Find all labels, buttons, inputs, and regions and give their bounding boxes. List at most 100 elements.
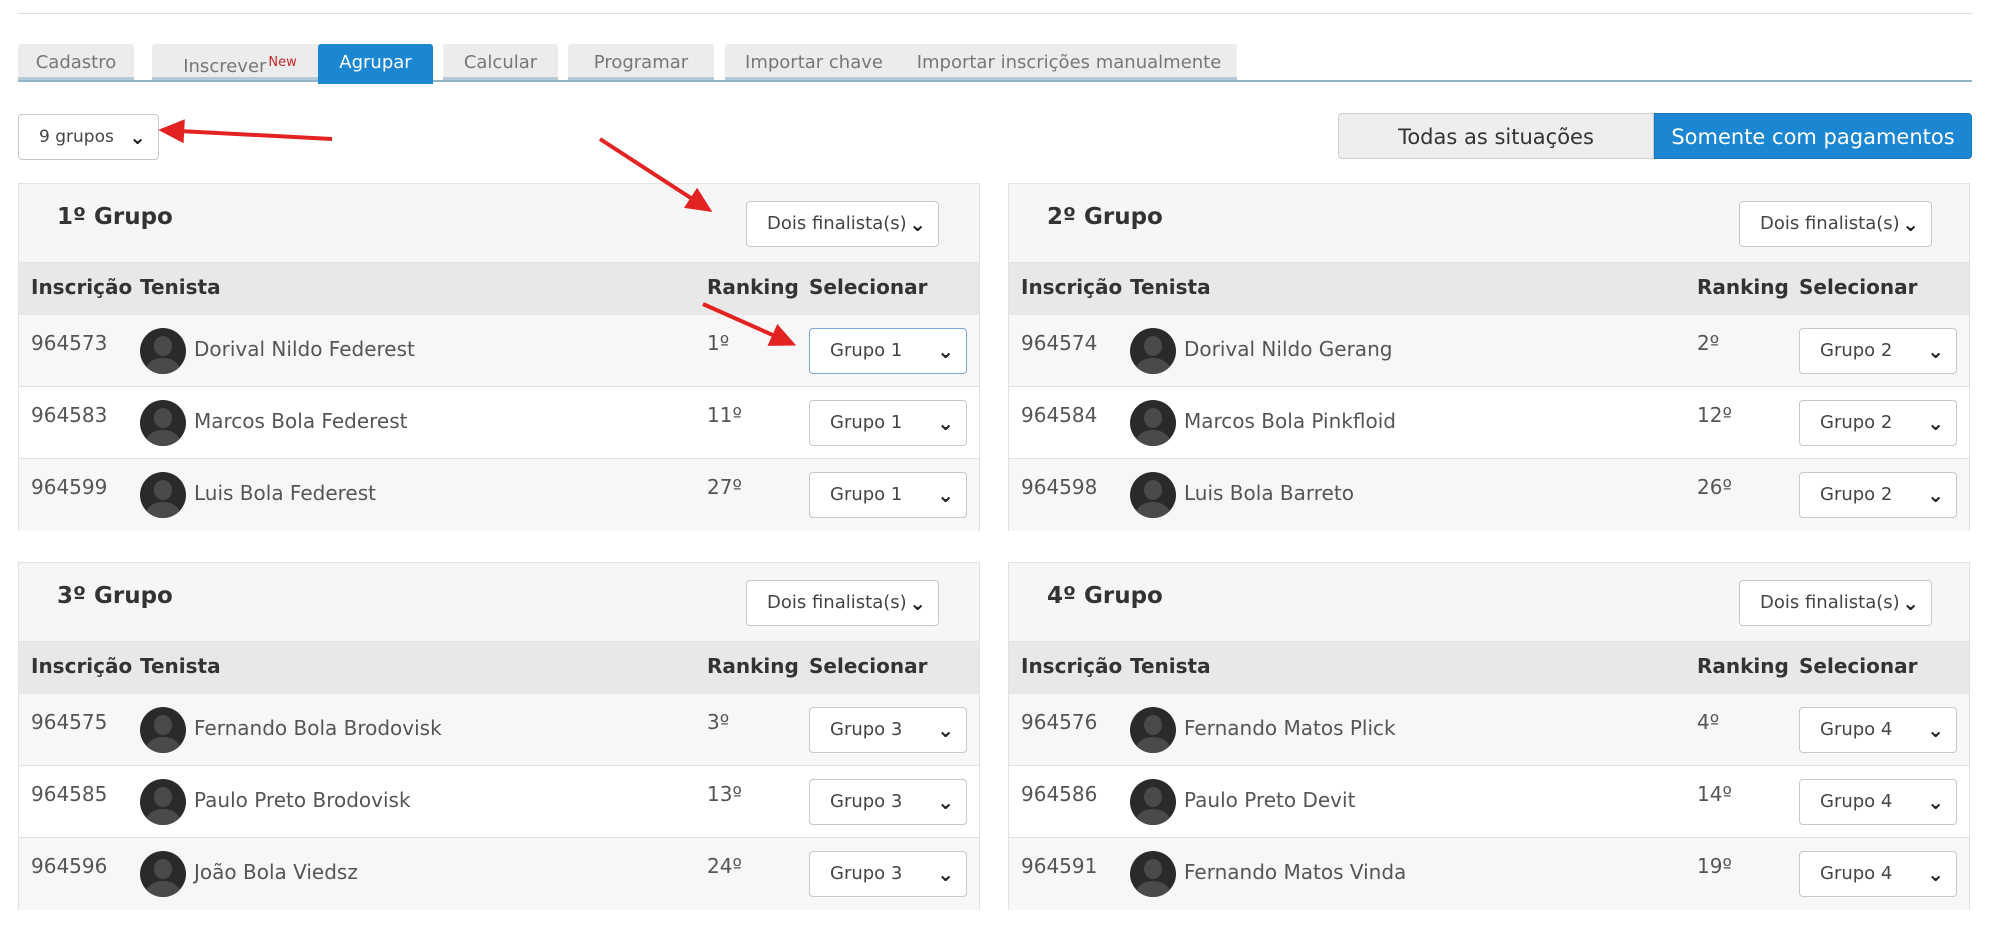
top-divider [18, 13, 1972, 14]
tab-programar[interactable]: Programar [568, 44, 714, 80]
table-row: 964573 Dorival Nildo Federest 1º Grupo 1… [19, 315, 979, 387]
table-row: 964599 Luis Bola Federest 27º Grupo 1 ⌄ [19, 459, 979, 531]
header-tenista: Tenista [1130, 654, 1211, 678]
table-header: Inscrição Tenista Ranking Selecionar [19, 263, 979, 315]
group-select[interactable]: Grupo 2 ⌄ [1799, 472, 1957, 518]
header-inscricao: Inscrição [1021, 654, 1123, 678]
group-select-value: Grupo 4 [1820, 719, 1893, 740]
tab-label: Importar chave [745, 52, 883, 73]
group-panel-2: 2º Grupo Dois finalista(s) ⌄ Inscrição Te… [1008, 183, 1970, 531]
group-count-select[interactable]: 9 grupos ⌄ [18, 114, 159, 160]
header-tenista: Tenista [140, 654, 221, 678]
tenista-cell: Luis Bola Federest [194, 481, 376, 505]
table-row: 964591 Fernando Matos Vinda 19º Grupo 4 ⌄ [1009, 838, 1969, 910]
avatar [140, 779, 186, 825]
inscricao-cell: 964586 [1021, 782, 1098, 806]
avatar [140, 400, 186, 446]
tab-bar-baseline [18, 80, 1972, 82]
inscricao-cell: 964598 [1021, 475, 1098, 499]
finalists-select[interactable]: Dois finalista(s) ⌄ [1739, 580, 1932, 626]
group-title: 2º Grupo [1047, 204, 1163, 230]
tab-label: Agrupar [339, 52, 412, 73]
tenista-cell: Marcos Bola Federest [194, 409, 408, 433]
group-select[interactable]: Grupo 1 ⌄ [809, 472, 967, 518]
group-select[interactable]: Grupo 4 ⌄ [1799, 707, 1957, 753]
group-select[interactable]: Grupo 3 ⌄ [809, 707, 967, 753]
annotation-arrow-icon [162, 128, 333, 141]
header-selecionar: Selecionar [809, 654, 928, 678]
header-tenista: Tenista [140, 275, 221, 299]
tab-label: Calcular [463, 52, 538, 73]
inscricao-cell: 964584 [1021, 403, 1098, 427]
chevron-down-icon: ⌄ [129, 125, 146, 149]
group-select-value: Grupo 3 [830, 863, 903, 884]
chevron-down-icon: ⌄ [1927, 718, 1944, 742]
inscricao-cell: 964585 [31, 782, 108, 806]
finalists-value: Dois finalista(s) [1760, 592, 1900, 613]
group-select[interactable]: Grupo 4 ⌄ [1799, 851, 1957, 897]
group-title: 3º Grupo [57, 583, 173, 609]
panel-header: 2º Grupo Dois finalista(s) ⌄ [1009, 184, 1969, 263]
group-select-value: Grupo 2 [1820, 484, 1893, 505]
inscricao-cell: 964576 [1021, 710, 1098, 734]
group-select[interactable]: Grupo 1 ⌄ [809, 328, 967, 374]
ranking-cell: 26º [1697, 475, 1732, 499]
finalists-select[interactable]: Dois finalista(s) ⌄ [746, 201, 939, 247]
chevron-down-icon: ⌄ [937, 790, 954, 814]
tenista-cell: João Bola Viedsz [194, 860, 358, 884]
group-title: 1º Grupo [57, 204, 173, 230]
new-badge: New [268, 55, 297, 70]
inscricao-cell: 964583 [31, 403, 108, 427]
filter-all-button[interactable]: Todas as situações [1338, 113, 1654, 159]
avatar [1130, 472, 1176, 518]
group-select-value: Grupo 1 [830, 340, 903, 361]
tenista-cell: Marcos Bola Pinkfloid [1184, 409, 1396, 433]
finalists-value: Dois finalista(s) [767, 213, 907, 234]
group-select-value: Grupo 1 [830, 484, 903, 505]
ranking-cell: 12º [1697, 403, 1732, 427]
tab-importar-inscricoes[interactable]: Importar inscrições manualmente [901, 44, 1237, 80]
ranking-cell: 11º [707, 403, 742, 427]
table-row: 964576 Fernando Matos Plick 4º Grupo 4 ⌄ [1009, 694, 1969, 766]
table-row: 964585 Paulo Preto Brodovisk 13º Grupo 3… [19, 766, 979, 838]
chevron-down-icon: ⌄ [1927, 411, 1944, 435]
group-select-value: Grupo 4 [1820, 791, 1893, 812]
finalists-select[interactable]: Dois finalista(s) ⌄ [1739, 201, 1932, 247]
group-panel-3: 3º Grupo Dois finalista(s) ⌄ Inscrição Te… [18, 562, 980, 910]
tab-calcular[interactable]: Calcular [443, 44, 558, 80]
chevron-down-icon: ⌄ [1902, 591, 1919, 615]
avatar [1130, 851, 1176, 897]
header-tenista: Tenista [1130, 275, 1211, 299]
inscricao-cell: 964573 [31, 331, 108, 355]
tenista-cell: Fernando Matos Vinda [1184, 860, 1407, 884]
tenista-cell: Dorival Nildo Federest [194, 337, 415, 361]
table-header: Inscrição Tenista Ranking Selecionar [1009, 642, 1969, 694]
group-select[interactable]: Grupo 4 ⌄ [1799, 779, 1957, 825]
chevron-down-icon: ⌄ [937, 718, 954, 742]
group-select[interactable]: Grupo 1 ⌄ [809, 400, 967, 446]
group-select-value: Grupo 4 [1820, 863, 1893, 884]
chevron-down-icon: ⌄ [937, 483, 954, 507]
tab-inscrever[interactable]: Inscrever New [152, 44, 328, 80]
group-select[interactable]: Grupo 2 ⌄ [1799, 400, 1957, 446]
avatar [1130, 328, 1176, 374]
group-select-value: Grupo 3 [830, 719, 903, 740]
group-select[interactable]: Grupo 2 ⌄ [1799, 328, 1957, 374]
finalists-select[interactable]: Dois finalista(s) ⌄ [746, 580, 939, 626]
table-header: Inscrição Tenista Ranking Selecionar [19, 642, 979, 694]
filter-all-label: Todas as situações [1398, 125, 1594, 149]
finalists-value: Dois finalista(s) [767, 592, 907, 613]
ranking-cell: 4º [1697, 710, 1720, 734]
group-select[interactable]: Grupo 3 ⌄ [809, 779, 967, 825]
group-title: 4º Grupo [1047, 583, 1163, 609]
tenista-cell: Paulo Preto Devit [1184, 788, 1356, 812]
tab-importar-chave[interactable]: Importar chave [725, 44, 903, 80]
chevron-down-icon: ⌄ [1902, 212, 1919, 236]
group-select-value: Grupo 2 [1820, 340, 1893, 361]
tab-cadastro[interactable]: Cadastro [18, 44, 134, 80]
filter-paid-button[interactable]: Somente com pagamentos [1654, 113, 1972, 159]
group-select[interactable]: Grupo 3 ⌄ [809, 851, 967, 897]
tab-label: Importar inscrições manualmente [916, 52, 1222, 73]
tab-agrupar[interactable]: Agrupar [318, 44, 433, 84]
ranking-cell: 27º [707, 475, 742, 499]
